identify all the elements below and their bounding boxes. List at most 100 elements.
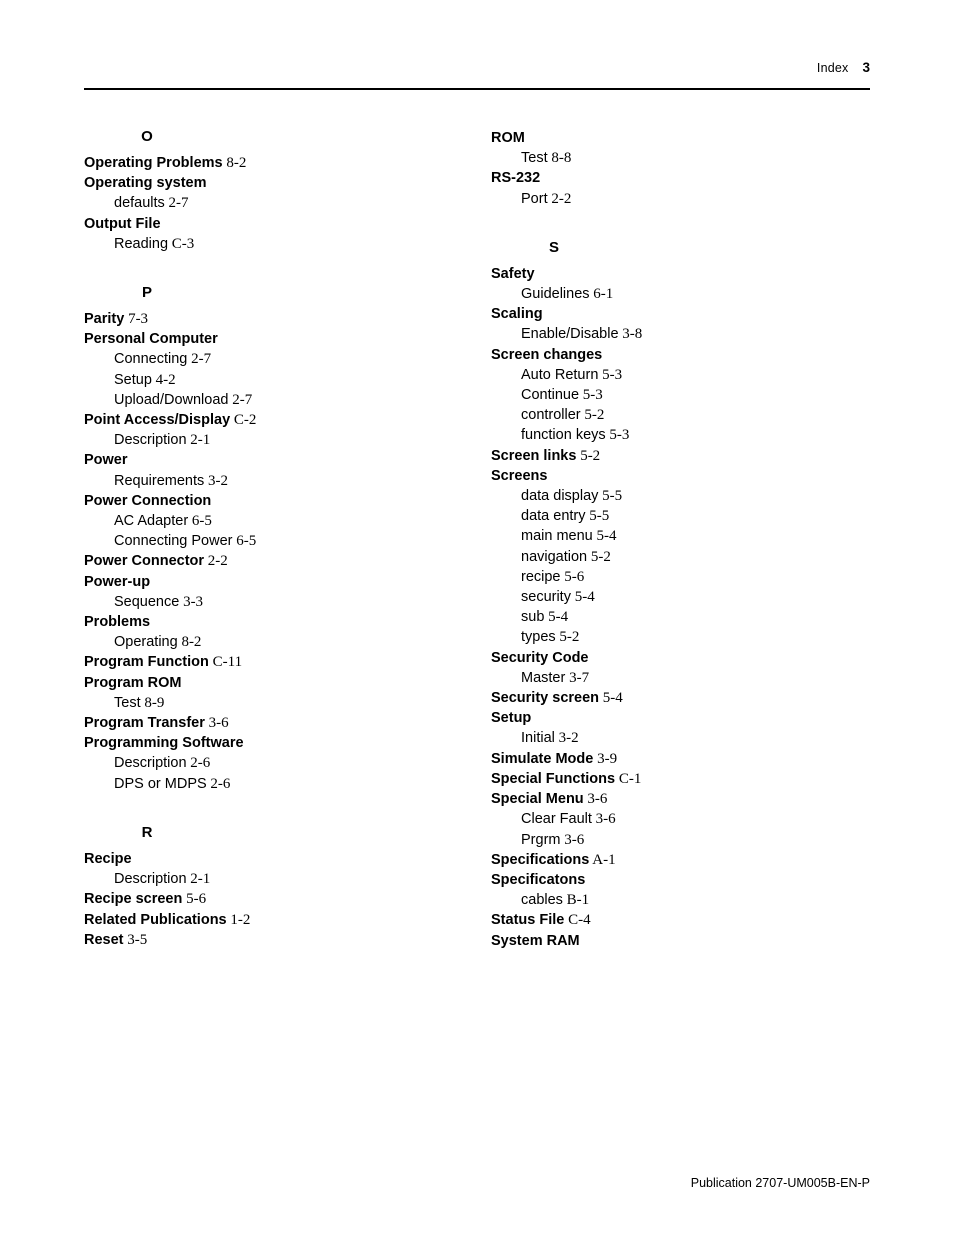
index-entry-main[interactable]: Operating Problems 8-2: [84, 153, 479, 173]
index-entry-term: defaults: [114, 195, 165, 212]
index-entry-main[interactable]: Personal Computer: [84, 329, 479, 349]
index-entry-sub[interactable]: Test 8-9: [84, 693, 479, 713]
index-entry-sub[interactable]: Initial 3-2: [491, 728, 874, 748]
index-entry-sub[interactable]: navigation 5-2: [491, 547, 874, 567]
index-entry-main[interactable]: Special Menu 3-6: [491, 789, 874, 809]
index-letter-heading: O: [141, 128, 153, 145]
index-entry-sub[interactable]: Auto Return 5-3: [491, 365, 874, 385]
index-entry-main[interactable]: Reset 3-5: [84, 930, 479, 950]
index-entry-term: Power: [84, 452, 128, 469]
index-entry-sub[interactable]: Test 8-8: [491, 148, 874, 168]
index-entry-locator: 6-5: [188, 513, 212, 530]
index-entry-main[interactable]: Program Function C-11: [84, 652, 479, 672]
index-entry-main[interactable]: Related Publications 1-2: [84, 910, 479, 930]
index-entry-sub[interactable]: Setup 4-2: [84, 370, 479, 390]
index-entry-sub[interactable]: function keys 5-3: [491, 425, 874, 445]
index-entry-sub[interactable]: Sequence 3-3: [84, 592, 479, 612]
index-entry-main[interactable]: Power-up: [84, 572, 479, 592]
index-entry-locator: C-4: [564, 912, 591, 929]
index-entry-term: Special Functions: [491, 770, 616, 787]
index-entry-main[interactable]: Output File: [84, 214, 479, 234]
index-entry-locator: 3-2: [204, 472, 229, 489]
index-entry-main[interactable]: Recipe: [84, 849, 479, 869]
index-entry-term: RS-232: [491, 170, 541, 187]
index-entry-term: Description: [114, 755, 187, 772]
index-entry-main[interactable]: Power Connection: [84, 491, 479, 511]
index-entry-locator: 8-8: [547, 150, 572, 167]
index-entry-main[interactable]: Special Functions C-1: [491, 769, 874, 789]
index-entry-main[interactable]: Point Access/Display C-2: [84, 410, 479, 430]
index-entry-main[interactable]: Operating system: [84, 173, 479, 193]
index-entry-main[interactable]: Programming Software: [84, 733, 479, 753]
index-entry-sub[interactable]: Description 2-6: [84, 753, 479, 773]
index-entry-main[interactable]: Scaling: [491, 304, 874, 324]
index-entry-locator: 5-4: [570, 589, 595, 606]
index-entry-sub[interactable]: Enable/Disable 3-8: [491, 324, 874, 344]
index-entry-sub[interactable]: Continue 5-3: [491, 385, 874, 405]
index-entry-sub[interactable]: DPS or MDPS 2-6: [84, 774, 479, 794]
index-entry-sub[interactable]: controller 5-2: [491, 405, 874, 425]
index-entry-locator: 5-3: [598, 366, 623, 383]
index-entry-main[interactable]: Screen changes: [491, 345, 874, 365]
index-entry-term: Clear Fault: [521, 811, 592, 828]
index-entry-main[interactable]: Simulate Mode 3-9: [491, 749, 874, 769]
index-entry-main[interactable]: Problems: [84, 612, 479, 632]
index-entry-locator: 3-5: [123, 931, 148, 948]
index-entry-main[interactable]: Program Transfer 3-6: [84, 713, 479, 733]
index-entry-term: Related Publications: [84, 911, 227, 928]
index-entry-main[interactable]: Security screen 5-4: [491, 688, 874, 708]
index-entry-sub[interactable]: security 5-4: [491, 587, 874, 607]
index-entry-main[interactable]: ROM: [491, 128, 874, 148]
index-entry-term: Connecting Power: [114, 533, 233, 550]
index-entry-sub[interactable]: Operating 8-2: [84, 632, 479, 652]
index-entry-main[interactable]: Program ROM: [84, 673, 479, 693]
index-entry-term: Power Connector: [84, 553, 205, 570]
index-entry-sub[interactable]: Prgrm 3-6: [491, 830, 874, 850]
index-entry-main[interactable]: Power: [84, 450, 479, 470]
index-entry-main[interactable]: Screens: [491, 466, 874, 486]
index-entry-main[interactable]: Setup: [491, 708, 874, 728]
index-entry-sub[interactable]: Requirements 3-2: [84, 471, 479, 491]
index-entry-term: Scaling: [491, 306, 543, 323]
index-entry-main[interactable]: Safety: [491, 264, 874, 284]
index-entry-sub[interactable]: data entry 5-5: [491, 506, 874, 526]
index-entry-sub[interactable]: defaults 2-7: [84, 193, 479, 213]
index-entry-sub[interactable]: Reading C-3: [84, 234, 479, 254]
index-entry-main[interactable]: Specifications A-1: [491, 850, 874, 870]
index-entry-main[interactable]: Specificatons: [491, 870, 874, 890]
index-entry-sub[interactable]: cables B-1: [491, 890, 874, 910]
index-entry-sub[interactable]: Connecting 2-7: [84, 349, 479, 369]
index-entry-sub[interactable]: Description 2-1: [84, 430, 479, 450]
index-entry-sub[interactable]: main menu 5-4: [491, 526, 874, 546]
index-entry-locator: 3-7: [565, 669, 590, 686]
index-entry-main[interactable]: Screen links 5-2: [491, 446, 874, 466]
index-entry-sub[interactable]: types 5-2: [491, 627, 874, 647]
index-entry-locator: 5-4: [592, 528, 617, 545]
index-entry-sub[interactable]: AC Adapter 6-5: [84, 511, 479, 531]
index-entry-sub[interactable]: Clear Fault 3-6: [491, 809, 874, 829]
index-entry-term: Safety: [491, 265, 535, 282]
index-entry-term: cables: [521, 892, 563, 909]
index-entry-main[interactable]: Recipe screen 5-6: [84, 889, 479, 909]
index-entry-sub[interactable]: Port 2-2: [491, 189, 874, 209]
index-entry-main[interactable]: Parity 7-3: [84, 309, 479, 329]
index-entry-sub[interactable]: sub 5-4: [491, 607, 874, 627]
index-entry-main[interactable]: System RAM: [491, 931, 874, 951]
index-entry-term: DPS or MDPS: [114, 775, 207, 792]
index-entry-locator: 2-1: [186, 432, 211, 449]
index-entry-sub[interactable]: data display 5-5: [491, 486, 874, 506]
index-letter-heading: S: [548, 238, 559, 256]
index-entry-main[interactable]: RS-232: [491, 168, 874, 188]
index-entry-sub[interactable]: Upload/Download 2-7: [84, 390, 479, 410]
index-entry-term: Power-up: [84, 573, 151, 590]
index-entry-sub[interactable]: Connecting Power 6-5: [84, 531, 479, 551]
index-entry-sub[interactable]: Guidelines 6-1: [491, 284, 874, 304]
index-entry-main[interactable]: Power Connector 2-2: [84, 551, 479, 571]
index-entry-main[interactable]: Security Code: [491, 648, 874, 668]
index-entry-sub[interactable]: recipe 5-6: [491, 567, 874, 587]
index-entry-term: Continue: [521, 387, 580, 404]
index-entry-sub[interactable]: Master 3-7: [491, 668, 874, 688]
index-entry-sub[interactable]: Description 2-1: [84, 869, 479, 889]
index-entry-main[interactable]: Status File C-4: [491, 910, 874, 930]
